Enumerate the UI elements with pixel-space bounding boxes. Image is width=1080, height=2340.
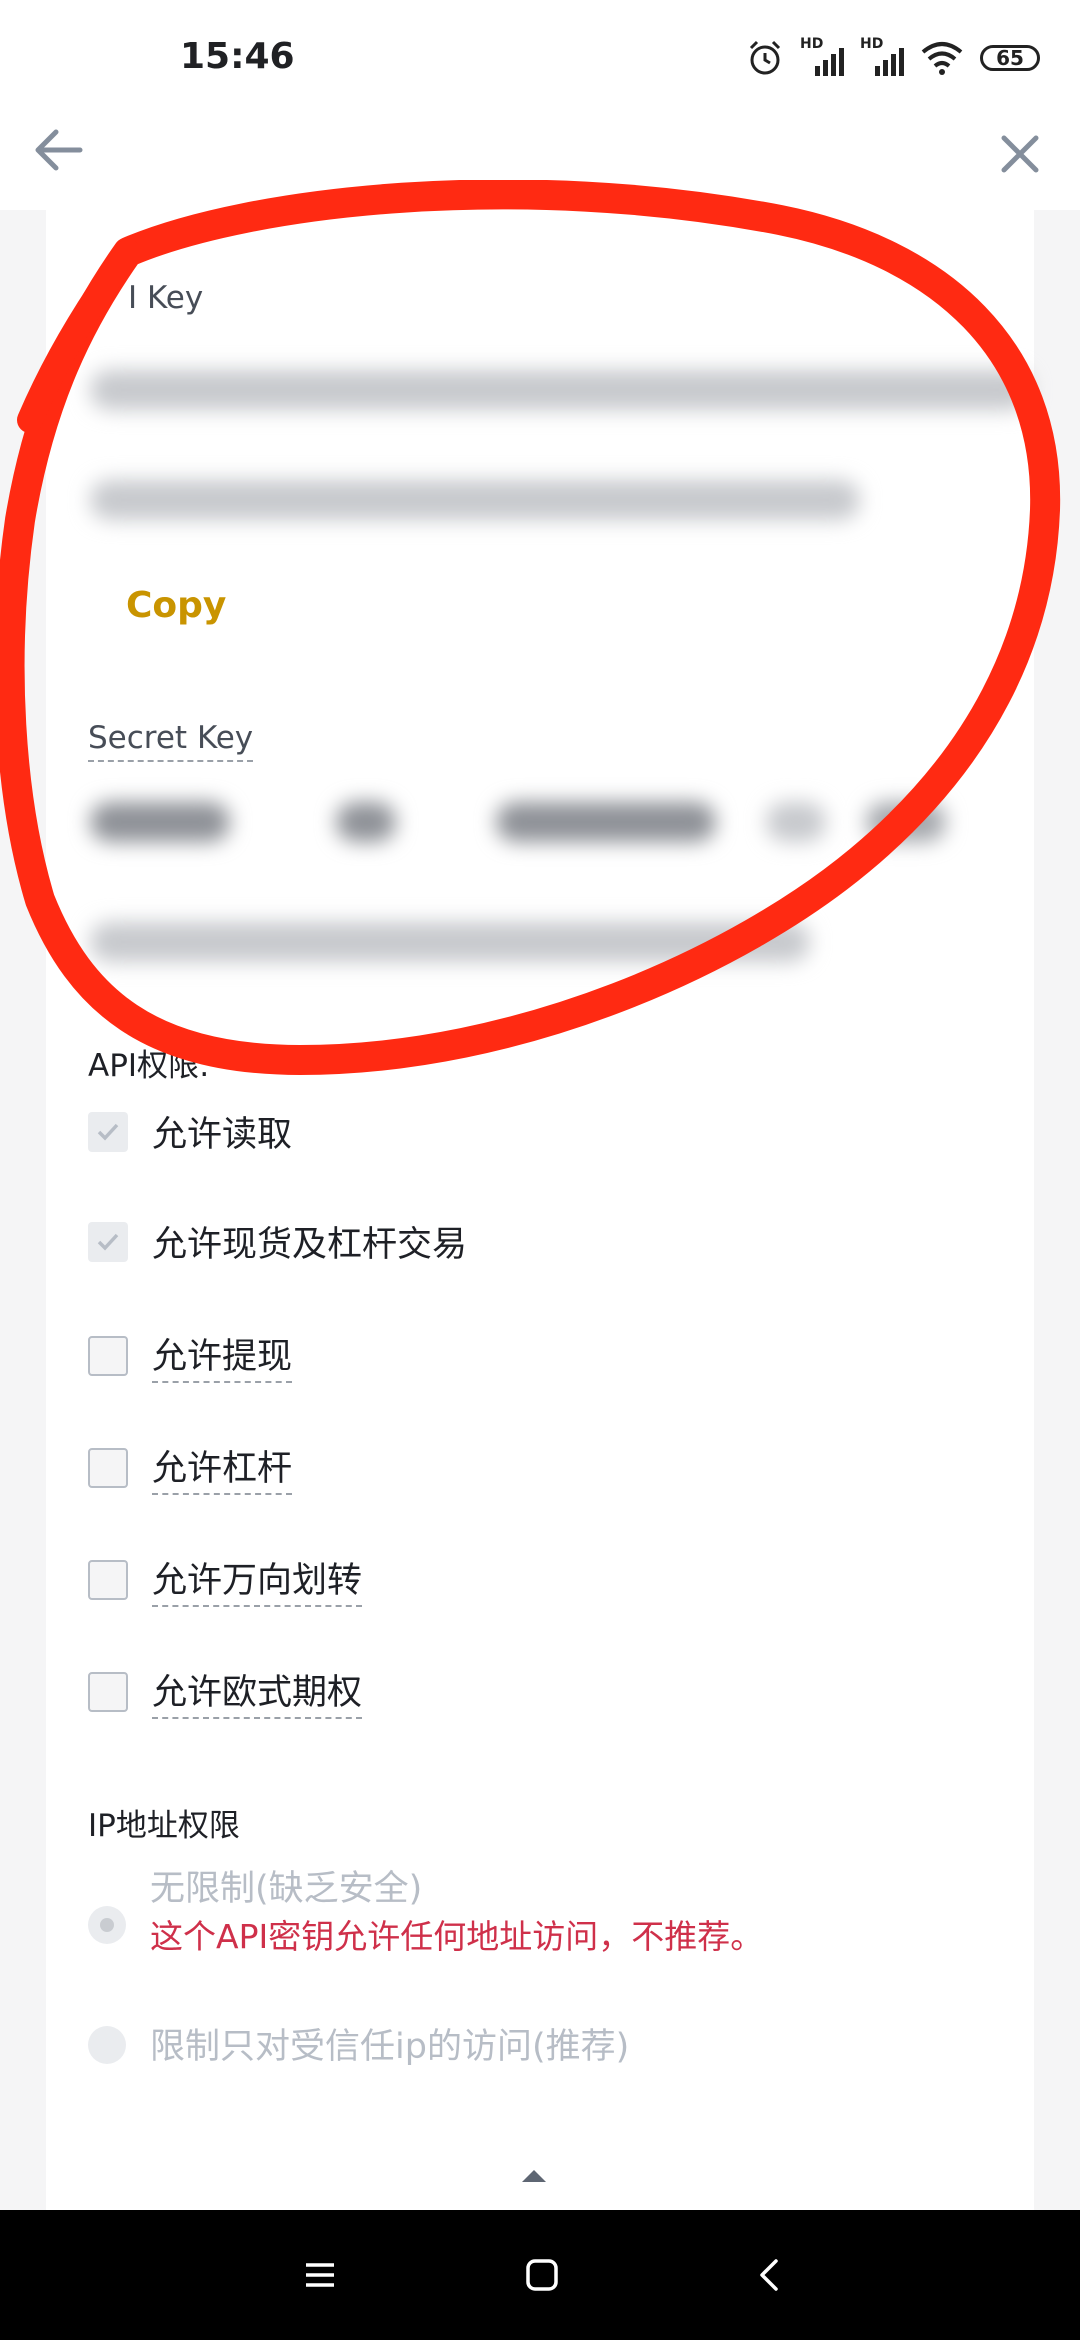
secret-key-value-seg-2 [336, 802, 396, 842]
check-icon [97, 1233, 119, 1251]
secret-key-label: Secret Key [88, 720, 254, 762]
permission-margin[interactable]: 允许杠杆 [88, 1440, 293, 1495]
permission-spot-margin-trade[interactable]: 允许现货及杠杆交易 [88, 1216, 467, 1267]
arrow-left-icon [35, 129, 83, 171]
top-nav-bar [0, 120, 1080, 210]
battery-indicator: 65 [980, 45, 1040, 71]
permission-label: 允许提现 [152, 1328, 293, 1383]
api-permissions-title: API权限: [88, 1048, 210, 1084]
permission-label: 允许杠杆 [152, 1440, 293, 1495]
permission-label: 允许读取 [152, 1115, 293, 1155]
home-square-icon [526, 2259, 558, 2291]
checkbox-read[interactable] [88, 1111, 128, 1152]
back-button[interactable] [30, 120, 90, 180]
api-key-label: I Key [128, 280, 204, 316]
status-bar: 15:46 HD HD 65 [0, 0, 1080, 120]
copy-button[interactable]: Copy [126, 585, 226, 626]
permission-label: 允许万向划转 [152, 1552, 363, 1607]
ip-unrestricted-warning: 这个API密钥允许任何地址访问，不推荐。 [150, 1917, 764, 1956]
secret-key-value-line-2 [90, 922, 810, 962]
menu-icon [306, 2263, 334, 2287]
checkbox-withdraw[interactable] [88, 1335, 128, 1376]
checkbox-margin[interactable] [88, 1447, 128, 1488]
signal-icon: HD [800, 36, 844, 78]
chevron-left-icon [760, 2259, 778, 2291]
collapse-arrow-icon[interactable] [522, 2170, 546, 2182]
radio-restricted[interactable] [88, 2026, 126, 2064]
radio-unrestricted[interactable] [88, 1906, 126, 1944]
api-detail-card: I Key Copy Secret Key API权限: 允许读取 允许现货及杠… [46, 210, 1034, 2210]
permission-read[interactable]: 允许读取 [88, 1106, 292, 1157]
ip-unrestricted-label: 无限制(缺乏安全) [150, 1869, 423, 1909]
check-icon [97, 1123, 119, 1141]
permission-european-options[interactable]: 允许欧式期权 [88, 1664, 363, 1719]
secret-key-value-seg-3 [496, 802, 716, 842]
status-time: 15:46 [180, 36, 295, 77]
secret-key-value-seg-1 [90, 802, 230, 842]
permission-label: 允许现货及杠杆交易 [152, 1225, 468, 1265]
wifi-icon [921, 42, 963, 75]
ip-unrestricted-option[interactable]: 无限制(缺乏安全) 这个API密钥允许任何地址访问，不推荐。 [88, 1866, 763, 1962]
ip-restricted-option[interactable]: 限制只对受信任ip的访问(推荐) [88, 2024, 629, 2070]
close-button[interactable] [990, 124, 1050, 184]
signal-icon-2: HD [860, 36, 904, 78]
system-back-button[interactable] [740, 2245, 800, 2305]
close-icon [1001, 135, 1039, 173]
permission-withdraw[interactable]: 允许提现 [88, 1328, 293, 1383]
system-nav-bar [0, 2210, 1080, 2340]
secret-key-value-seg-5 [866, 802, 946, 842]
checkbox-universal-transfer[interactable] [88, 1559, 128, 1600]
checkbox-european-options[interactable] [88, 1671, 128, 1712]
api-key-value-line-1 [90, 370, 1030, 410]
permission-label: 允许欧式期权 [152, 1664, 363, 1719]
menu-button[interactable] [290, 2245, 350, 2305]
status-icons: HD HD 65 [746, 36, 1040, 78]
secret-key-value-seg-4 [766, 802, 826, 842]
ip-permissions-title: IP地址权限 [88, 1808, 240, 1844]
permission-universal-transfer[interactable]: 允许万向划转 [88, 1552, 363, 1607]
checkbox-spot-margin-trade[interactable] [88, 1221, 128, 1262]
alarm-icon [749, 40, 781, 75]
api-key-value-line-2 [90, 480, 860, 520]
home-button[interactable] [512, 2245, 572, 2305]
ip-restricted-label: 限制只对受信任ip的访问(推荐) [150, 2027, 630, 2067]
